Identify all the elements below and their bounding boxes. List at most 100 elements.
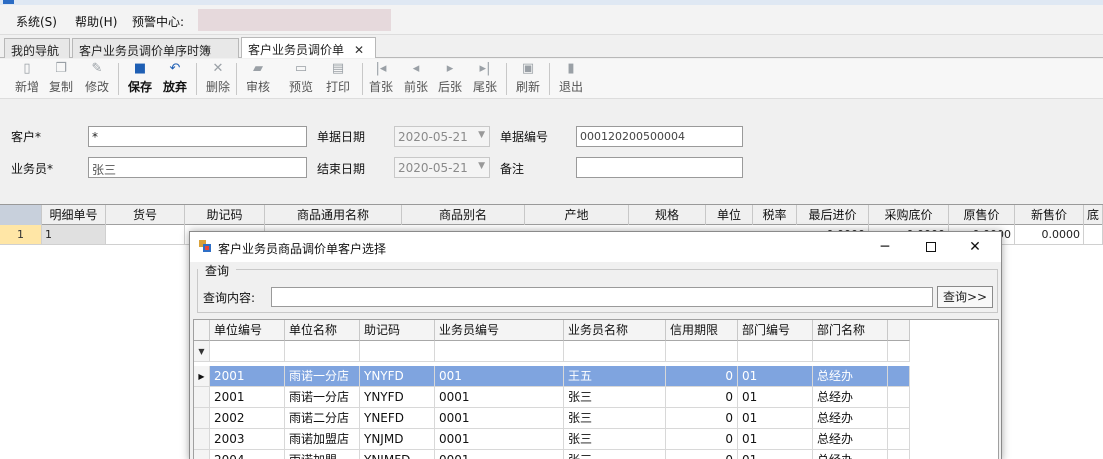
column-header[interactable]: 采购底价 — [869, 205, 949, 225]
minimize-icon[interactable]: ─ — [870, 236, 900, 258]
filter-cell[interactable] — [360, 341, 435, 362]
cell-sales-name[interactable]: 王五 — [564, 366, 666, 387]
close-icon[interactable]: ✕ — [960, 236, 990, 258]
salesman-field[interactable]: 张三 — [88, 157, 307, 178]
cell-dept-name[interactable]: 总经办 — [813, 429, 888, 450]
filter-cell[interactable] — [435, 341, 564, 362]
cell-sales-name[interactable]: 张三 — [564, 429, 666, 450]
table-row[interactable]: ▶ 2001 雨诺一分店 YNYFD 001 王五 0 01 总经办 — [194, 366, 910, 387]
preview-button[interactable]: ▭ 预览 — [284, 61, 318, 95]
table-row[interactable]: 2003 雨诺加盟店 YNJMD 0001 张三 0 01 总经办 — [194, 429, 910, 450]
cell-dept-code[interactable]: 01 — [738, 366, 813, 387]
tab-my-navigation[interactable]: 我的导航 — [4, 38, 70, 58]
filter-cell[interactable] — [813, 341, 888, 362]
cell-mnemonic[interactable]: YNEFD — [360, 408, 435, 429]
last-button[interactable]: ▸| 尾张 — [468, 61, 502, 95]
table-row[interactable]: 2004雨诺加盟YNJMFD0001张三001总经办 — [194, 450, 910, 459]
cell-code[interactable]: 2003 — [210, 429, 285, 450]
filter-cell[interactable] — [666, 341, 738, 362]
column-header[interactable]: 助记码 — [185, 205, 265, 225]
tab-adjust-journal[interactable]: 客户业务员调价单序时簿 — [72, 38, 239, 58]
cell-code[interactable]: 2001 — [210, 387, 285, 408]
cell-sales-code[interactable]: 0001 — [435, 429, 564, 450]
cell-code[interactable]: 2001 — [210, 366, 285, 387]
cell-sales-code[interactable]: 0001 — [435, 408, 564, 429]
end-date-field[interactable]: 2020-05-21 ▼ — [394, 157, 490, 178]
column-header[interactable]: 最后进价 — [797, 205, 869, 225]
cell-sales-name[interactable]: 张三 — [564, 450, 666, 459]
cell-name[interactable]: 雨诺一分店 — [285, 387, 360, 408]
cell-item-no[interactable] — [106, 225, 185, 245]
edit-button[interactable]: ✎ 修改 — [80, 61, 114, 95]
refresh-button[interactable]: ▣ 刷新 — [511, 61, 545, 95]
cell-credit[interactable]: 0 — [666, 366, 738, 387]
cell-mnemonic[interactable]: YNJMFD — [360, 450, 435, 459]
cell-sales-code[interactable]: 0001 — [435, 450, 564, 459]
cell-floor-extra[interactable] — [1084, 225, 1103, 245]
filter-row[interactable]: ▼ — [194, 341, 910, 362]
tab-adjust-bill[interactable]: 客户业务员调价单 ✕ — [241, 37, 376, 58]
delete-button[interactable]: ✕ 删除 — [201, 61, 235, 95]
column-header[interactable]: 底 — [1084, 205, 1103, 225]
cell-dept-name[interactable]: 总经办 — [813, 450, 888, 459]
prev-button[interactable]: ◂ 前张 — [399, 61, 433, 95]
cell-credit[interactable]: 0 — [666, 429, 738, 450]
cell-credit[interactable]: 0 — [666, 387, 738, 408]
save-button[interactable]: ■ 保存 — [123, 61, 157, 95]
column-header[interactable]: 部门名称 — [813, 320, 888, 341]
maximize-icon[interactable] — [916, 236, 946, 258]
column-header[interactable]: 税率 — [753, 205, 797, 225]
column-header[interactable]: 新售价 — [1015, 205, 1084, 225]
filter-cell[interactable] — [210, 341, 285, 362]
column-header[interactable]: 部门编号 — [738, 320, 813, 341]
column-header[interactable]: 货号 — [106, 205, 185, 225]
column-header[interactable]: 信用期限 — [666, 320, 738, 341]
cell-credit[interactable]: 0 — [666, 408, 738, 429]
cell-name[interactable]: 雨诺加盟店 — [285, 429, 360, 450]
close-tab-icon[interactable]: ✕ — [354, 43, 364, 57]
copy-button[interactable]: ❐ 复制 — [44, 61, 78, 95]
column-header[interactable]: 明细单号 — [42, 205, 106, 225]
cell-sales-name[interactable]: 张三 — [564, 408, 666, 429]
doc-date-field[interactable]: 2020-05-21 ▼ — [394, 126, 490, 147]
menu-warning-center[interactable]: 预警中心: — [132, 13, 184, 30]
column-header[interactable]: 单位名称 — [285, 320, 360, 341]
filter-cell[interactable] — [564, 341, 666, 362]
column-header[interactable]: 商品通用名称 — [265, 205, 402, 225]
cell-code[interactable]: 2004 — [210, 450, 285, 459]
column-header[interactable]: 单位编号 — [210, 320, 285, 341]
cell-dept-code[interactable]: 01 — [738, 387, 813, 408]
cell-dept-code[interactable]: 01 — [738, 408, 813, 429]
cell-mnemonic[interactable]: YNJMD — [360, 429, 435, 450]
doc-no-field[interactable]: 000120200500004 — [576, 126, 743, 147]
filter-cell[interactable] — [888, 341, 910, 362]
cell-sales-code[interactable]: 001 — [435, 366, 564, 387]
cell-new-price[interactable]: 0.0000 — [1015, 225, 1084, 245]
column-header[interactable]: 产地 — [525, 205, 629, 225]
table-row[interactable]: 2002 雨诺二分店 YNEFD 0001 张三 0 01 总经办 — [194, 408, 910, 429]
customer-field[interactable]: * — [88, 126, 307, 147]
next-button[interactable]: ▸ 后张 — [433, 61, 467, 95]
undo-button[interactable]: ↶ 放弃 — [158, 61, 192, 95]
new-doc-button[interactable]: ▯ 新增 — [10, 61, 44, 95]
column-header[interactable]: 单位 — [706, 205, 753, 225]
cell-dept-name[interactable]: 总经办 — [813, 366, 888, 387]
column-header[interactable]: 业务员名称 — [564, 320, 666, 341]
cell-mnemonic[interactable]: YNYFD — [360, 387, 435, 408]
column-header[interactable]: 原售价 — [949, 205, 1015, 225]
cell-name[interactable]: 雨诺一分店 — [285, 366, 360, 387]
column-header[interactable]: 助记码 — [360, 320, 435, 341]
column-header[interactable]: 业务员编号 — [435, 320, 564, 341]
grid-corner[interactable] — [0, 205, 42, 225]
cell-sales-name[interactable]: 张三 — [564, 387, 666, 408]
menu-system[interactable]: 系统(S) — [16, 13, 57, 30]
cell-code[interactable]: 2002 — [210, 408, 285, 429]
cell-detail-no[interactable]: 1 — [42, 225, 106, 245]
query-input[interactable] — [271, 287, 933, 307]
filter-cell[interactable] — [285, 341, 360, 362]
cell-dept-name[interactable]: 总经办 — [813, 408, 888, 429]
cell-credit[interactable]: 0 — [666, 450, 738, 459]
cell-sales-code[interactable]: 0001 — [435, 387, 564, 408]
stamp-button[interactable]: ▰ 审核 — [241, 61, 275, 95]
cell-dept-name[interactable]: 总经办 — [813, 387, 888, 408]
